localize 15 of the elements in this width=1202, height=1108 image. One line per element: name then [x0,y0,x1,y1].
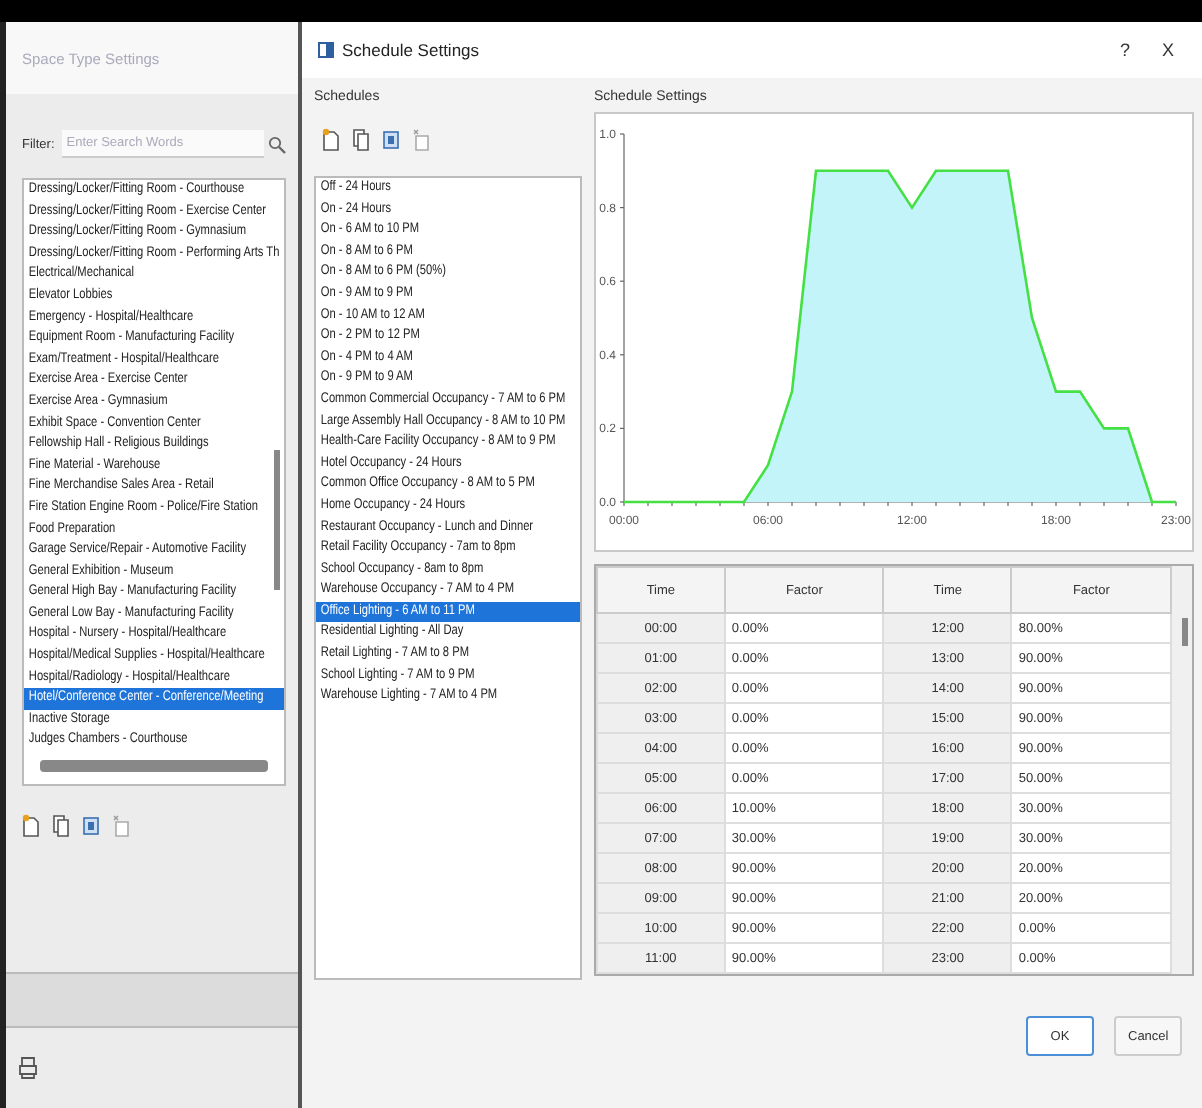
copy-icon[interactable] [352,128,370,152]
new-document-icon[interactable] [22,814,40,839]
app-icon [318,42,334,58]
scrollbar-thumb[interactable] [274,450,280,590]
dialog-title: Schedule Settings [342,40,482,60]
search-icon[interactable] [268,135,286,153]
scrollbar-thumb[interactable] [1182,618,1188,646]
help-button[interactable]: ? [1107,40,1142,60]
copy-icon[interactable] [52,814,70,839]
scrollbar[interactable] [40,760,268,773]
printer-icon[interactable] [18,1056,38,1080]
rename-icon[interactable] [82,814,100,839]
close-button[interactable]: X [1149,40,1186,60]
new-document-icon[interactable] [322,128,340,152]
rename-icon[interactable] [382,128,400,152]
